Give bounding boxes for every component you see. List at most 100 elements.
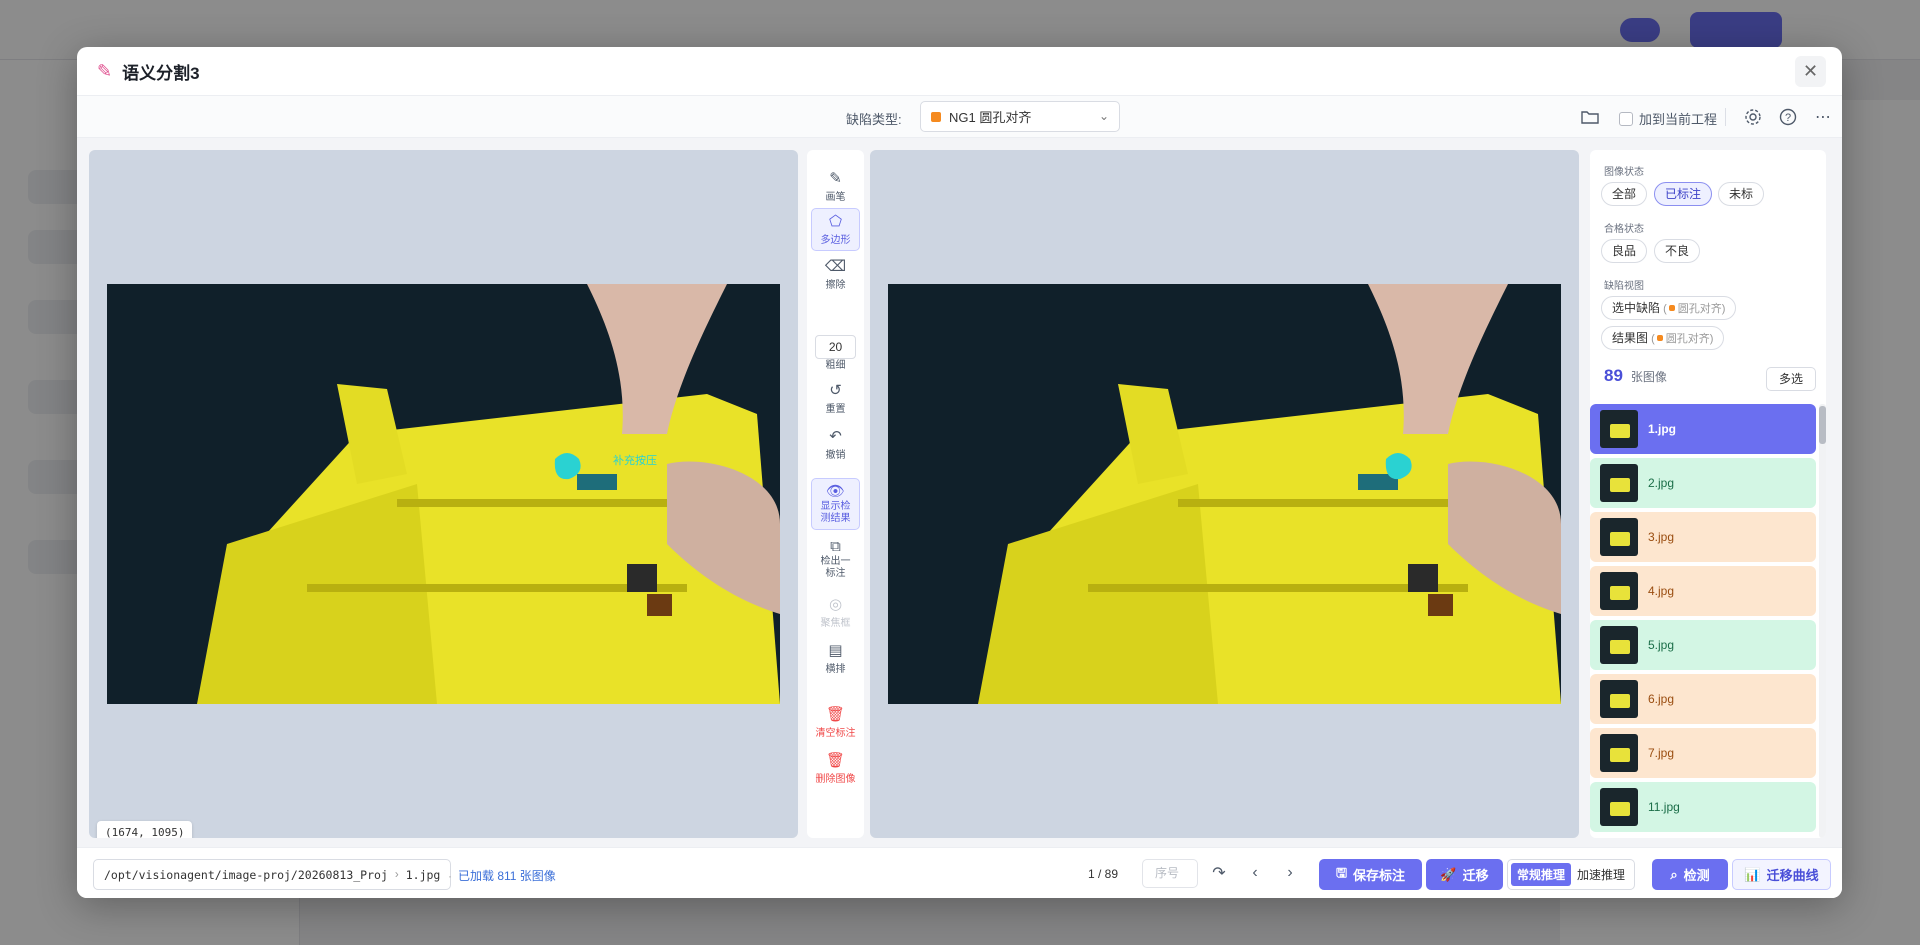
image-thumbnail xyxy=(1600,518,1638,556)
scrollbar-thumb[interactable] xyxy=(1819,406,1826,444)
image-thumbnail xyxy=(1600,626,1638,664)
tool-clear-annotations[interactable]: 🗑 清空标注 xyxy=(811,702,860,743)
svg-text:?: ? xyxy=(1785,112,1791,124)
pencil-icon: ✎ xyxy=(97,60,113,81)
filter-annotated[interactable]: 已标注 xyxy=(1654,182,1713,206)
filter-all[interactable]: 全部 xyxy=(1601,182,1648,206)
current-file: 1.jpg xyxy=(405,867,441,882)
normal-inference-option[interactable]: 常规推理 xyxy=(1511,863,1572,886)
filter-unannotated[interactable]: 未标 xyxy=(1718,182,1765,206)
cursor-coordinate: (1674, 1095) xyxy=(97,821,193,838)
migrate-button[interactable]: 🚀 迁移 xyxy=(1426,859,1503,890)
tool-polygon[interactable]: ⬠ 多边形 xyxy=(811,208,860,251)
loaded-count: 已加载 811 张图像 xyxy=(448,867,556,884)
pcb-scene xyxy=(888,284,1561,704)
next-image-button[interactable]: › xyxy=(1278,861,1302,885)
annotation-canvas[interactable]: 补充按压 (1674, 1095) xyxy=(89,150,798,838)
close-button[interactable]: ✕ xyxy=(1795,56,1826,87)
defect-type-label: 缺陷类型: xyxy=(846,112,902,127)
image-thumbnail xyxy=(1600,734,1638,772)
image-file-name: 3.jpg xyxy=(1648,530,1675,544)
inference-mode-toggle: 常规推理 加速推理 xyxy=(1507,859,1636,890)
folder-icon[interactable] xyxy=(1579,106,1601,128)
image-file-name: 2.jpg xyxy=(1648,476,1675,490)
pcb-scene xyxy=(107,284,780,704)
tool-show-detection[interactable]: 👁 显示检测结果 xyxy=(811,478,860,530)
migrate-curve-button[interactable]: 📊 迁移曲线 xyxy=(1732,859,1831,890)
help-icon[interactable]: ? xyxy=(1777,106,1799,128)
filter-bad[interactable]: 不良 xyxy=(1654,239,1701,263)
image-file-name: 1.jpg xyxy=(1648,422,1677,436)
breadcrumb-chevron-icon: › xyxy=(394,868,399,881)
image-thumbnail xyxy=(1600,410,1638,448)
redo-arrow-icon[interactable]: ↷ xyxy=(1207,861,1231,885)
save-annotation-button[interactable]: 🖫 保存标注 xyxy=(1319,859,1422,890)
image-file-name: 7.jpg xyxy=(1648,746,1675,760)
detect-button[interactable]: ⌕ 检测 xyxy=(1652,859,1728,890)
filter-good[interactable]: 良品 xyxy=(1601,239,1648,263)
more-icon[interactable]: ⋯ xyxy=(1812,106,1834,128)
defect-type-select[interactable]: NG1 圆孔对齐 ⌄ xyxy=(920,101,1120,132)
polygon-icon: ⬠ xyxy=(828,213,843,230)
sequence-input[interactable]: 序号 xyxy=(1142,859,1198,888)
image-list-item[interactable]: 6.jpg xyxy=(1590,674,1816,724)
image-thumbnail xyxy=(1600,572,1638,610)
image-list-item[interactable]: 5.jpg xyxy=(1590,620,1816,670)
add-to-project-checkbox[interactable]: 加到当前工程 xyxy=(1619,109,1717,128)
bottom-bar: /opt/visionagent/image-proj/20260813_Pro… xyxy=(77,847,1842,898)
fast-inference-option[interactable]: 加速推理 xyxy=(1571,863,1631,886)
layout-icon: ▤ xyxy=(828,642,843,659)
reset-icon: ↺ xyxy=(829,382,842,399)
undo-icon: ↶ xyxy=(829,428,842,445)
tool-eraser[interactable]: ⌫ 擦除 xyxy=(811,254,860,295)
image-count: 89 张图像 xyxy=(1604,366,1667,386)
close-icon: ✕ xyxy=(1802,61,1819,81)
tool-detect-to-annotation[interactable]: ⧉ 检出一标注 xyxy=(811,534,860,584)
image-thumbnail xyxy=(1600,788,1638,826)
trash-icon: 🗑 xyxy=(825,752,846,769)
image-list-scrollbar[interactable] xyxy=(1819,404,1826,838)
eye-icon: 👁 xyxy=(825,483,846,500)
result-image-chip[interactable]: 结果图 (圆孔对齐) xyxy=(1601,326,1725,350)
tool-brush[interactable]: ✎ 画笔 xyxy=(811,166,860,207)
selected-defect-chip[interactable]: 选中缺陷 (圆孔对齐) xyxy=(1601,296,1737,320)
tool-delete-image[interactable]: 🗑 删除图像 xyxy=(811,748,860,789)
image-file-name: 5.jpg xyxy=(1648,638,1675,652)
image-list-item[interactable]: 11.jpg xyxy=(1590,782,1816,832)
image-list-item[interactable]: 7.jpg xyxy=(1590,728,1816,778)
multi-select-button[interactable]: 多选 xyxy=(1766,367,1816,391)
image-list-item[interactable]: 1.jpg xyxy=(1590,404,1816,454)
save-icon: 🖫 xyxy=(1335,864,1348,880)
image-list-item[interactable]: 3.jpg xyxy=(1590,512,1816,562)
add-to-project-label: 加到当前工程 xyxy=(1639,112,1718,127)
defect-dot xyxy=(1656,335,1663,341)
defect-view-label: 缺陷视图 xyxy=(1604,281,1644,292)
annotation-modal: ✎ 语义分割3 ✕ 缺陷类型: NG1 圆孔对齐 ⌄ 加到当前工程 ? ⋯ 补充… xyxy=(77,47,1842,898)
search-icon: ⌕ xyxy=(1670,866,1678,882)
chart-icon: 📊 xyxy=(1744,866,1761,882)
tool-column: ✎ 画笔 ⬠ 多边形 ⌫ 擦除 20 粗细 ↺ 重置 ↶ 撤销 👁 显示检测结果 ⧉ 检出一标… xyxy=(807,150,864,838)
defect-dot xyxy=(1668,305,1675,311)
tool-horizontal-layout[interactable]: ▤ 横排 xyxy=(811,638,860,679)
defect-color-swatch xyxy=(931,111,941,122)
image-list-item[interactable]: 2.jpg xyxy=(1590,458,1816,508)
toolbar-divider xyxy=(1725,108,1726,126)
image-list-item[interactable]: 4.jpg xyxy=(1590,566,1816,616)
image-file-name: 4.jpg xyxy=(1648,584,1675,598)
chevron-down-icon: ⌄ xyxy=(1098,109,1109,123)
image-list-panel: 图像状态 全部 已标注 未标 合格状态 良品 不良 缺陷视图 选中缺陷 (圆孔对… xyxy=(1590,150,1826,838)
image-file-name: 6.jpg xyxy=(1648,692,1675,706)
trash-icon: 🗑 xyxy=(825,706,846,723)
checkbox-box[interactable] xyxy=(1619,111,1633,126)
tool-undo[interactable]: ↶ 撤销 xyxy=(811,424,860,465)
prev-image-button[interactable]: ‹ xyxy=(1243,861,1267,885)
tool-reset[interactable]: ↺ 重置 xyxy=(811,378,860,419)
result-canvas[interactable] xyxy=(870,150,1579,838)
result-image xyxy=(888,284,1561,704)
tool-focus-box[interactable]: ◎ 聚焦框 xyxy=(811,592,860,633)
image-count-unit: 张图像 xyxy=(1630,370,1667,384)
source-image[interactable]: 补充按压 xyxy=(107,284,780,704)
settings-gear-icon[interactable] xyxy=(1742,106,1764,128)
image-thumbnail xyxy=(1600,464,1638,502)
folder-path: /opt/visionagent/image-proj/20260813_Pro… xyxy=(104,867,388,882)
